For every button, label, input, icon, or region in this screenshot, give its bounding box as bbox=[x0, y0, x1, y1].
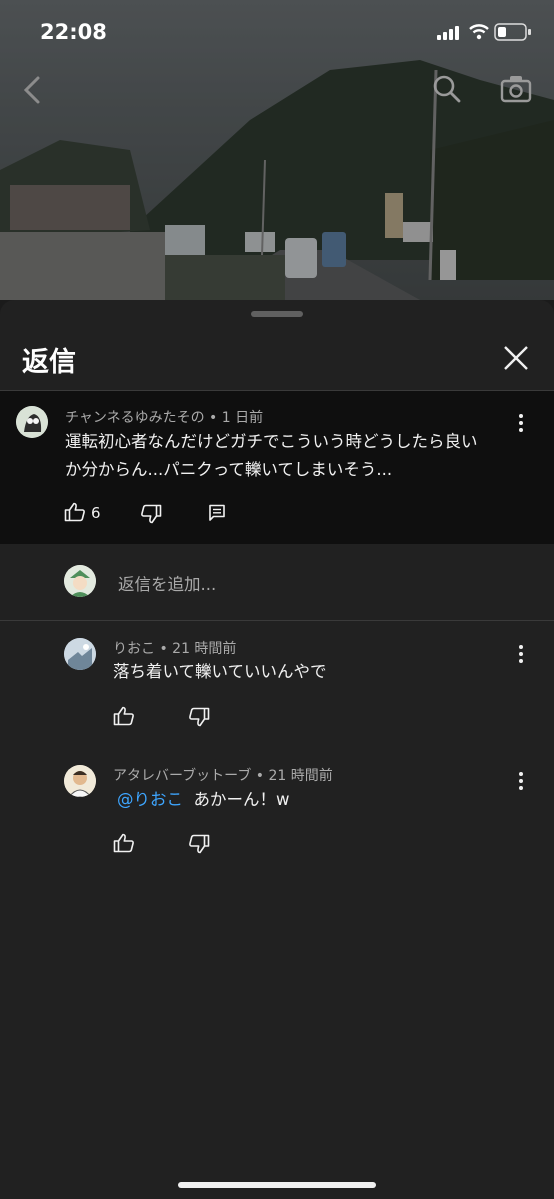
comment-line: 運転初心者なんだけどガチでこういう時どうしたら良い bbox=[65, 432, 478, 451]
signal-icon bbox=[437, 26, 459, 40]
like-count: 6 bbox=[91, 504, 101, 522]
drag-handle[interactable] bbox=[251, 311, 303, 317]
like-icon[interactable] bbox=[113, 706, 135, 726]
dislike-icon[interactable] bbox=[188, 834, 210, 854]
dislike-icon[interactable] bbox=[188, 707, 210, 727]
more-icon[interactable] bbox=[517, 644, 525, 664]
comment-meta: チャンネるゆみたその • 1 日前 bbox=[65, 407, 263, 427]
replies-sheet: 返信 チャンネるゆみたその • 1 日前 運転初心者なんだけどガチでこういう時ど… bbox=[0, 300, 554, 1199]
avatar[interactable] bbox=[16, 406, 48, 438]
comment-text: @りおこ あかーん！w bbox=[117, 786, 290, 814]
more-icon[interactable] bbox=[517, 771, 525, 791]
comment-author[interactable]: チャンネるゆみたその bbox=[65, 410, 205, 426]
comment-age: 21 時間前 bbox=[172, 641, 237, 657]
avatar[interactable] bbox=[64, 638, 96, 670]
reply-body: あかーん！w bbox=[193, 790, 290, 809]
video-player[interactable]: 22:08 bbox=[0, 0, 554, 300]
reply-icon[interactable] bbox=[208, 504, 226, 522]
close-icon[interactable] bbox=[502, 344, 530, 372]
like-icon[interactable] bbox=[113, 833, 135, 853]
sheet-title: 返信 bbox=[22, 347, 76, 378]
avatar[interactable] bbox=[64, 765, 96, 797]
status-bar: 22:08 bbox=[0, 0, 554, 64]
comment-meta: アタレバーブットーブ • 21 時間前 bbox=[113, 765, 333, 785]
like-icon[interactable] bbox=[64, 502, 86, 522]
meta-separator: • bbox=[204, 410, 222, 426]
comment-age: 1 日前 bbox=[221, 410, 264, 426]
comment-line: か分からん...パニクって轢いてしまいそう... bbox=[65, 460, 393, 479]
camera-icon[interactable] bbox=[500, 74, 532, 104]
comment-author[interactable]: りおこ bbox=[113, 641, 155, 657]
avatar bbox=[64, 565, 96, 597]
reply-input[interactable]: 返信を追加... bbox=[118, 571, 216, 595]
meta-separator: • bbox=[155, 641, 173, 657]
comment-text: 運転初心者なんだけどガチでこういう時どうしたら良い か分からん...パニクって轢… bbox=[65, 428, 535, 484]
comment-meta: りおこ • 21 時間前 bbox=[113, 638, 236, 658]
mention-link[interactable]: @りおこ bbox=[117, 790, 183, 809]
battery-icon bbox=[494, 23, 531, 41]
back-icon[interactable] bbox=[20, 74, 46, 106]
comment-age: 21 時間前 bbox=[268, 768, 333, 784]
parent-comment: チャンネるゆみたその • 1 日前 運転初心者なんだけどガチでこういう時どうした… bbox=[0, 391, 554, 544]
search-icon[interactable] bbox=[432, 74, 462, 104]
comment-author[interactable]: アタレバーブットーブ bbox=[113, 768, 251, 784]
status-time: 22:08 bbox=[40, 20, 107, 44]
comment-text: 落ち着いて轢いていいんやで bbox=[113, 662, 327, 681]
dislike-icon[interactable] bbox=[140, 504, 162, 524]
wifi-icon bbox=[469, 24, 489, 40]
more-icon[interactable] bbox=[517, 413, 525, 433]
meta-separator: • bbox=[251, 768, 269, 784]
home-indicator[interactable] bbox=[178, 1182, 376, 1188]
input-divider bbox=[0, 620, 554, 621]
